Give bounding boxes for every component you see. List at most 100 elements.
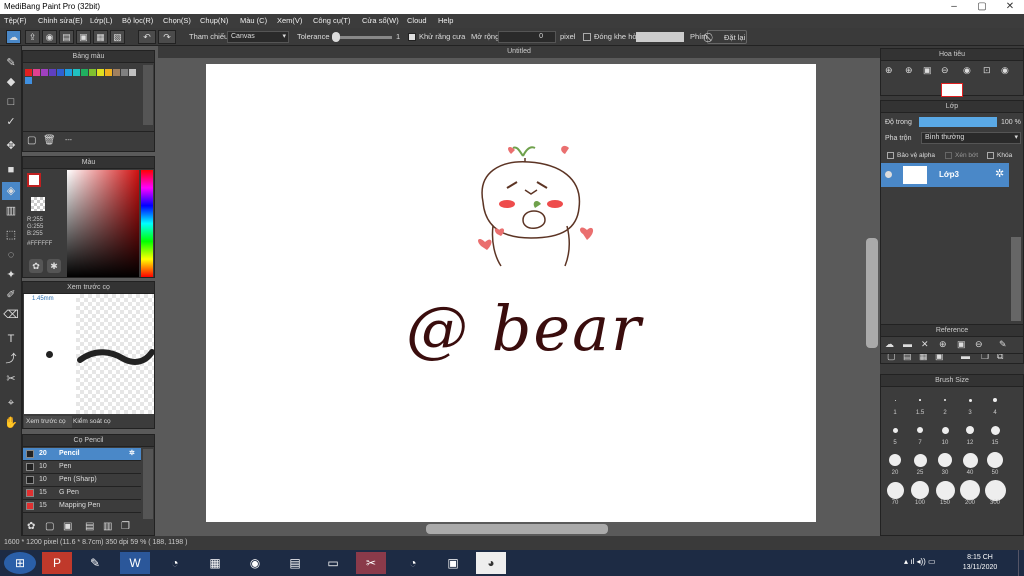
- layer-gear-icon[interactable]: ✲: [995, 167, 1004, 180]
- opacity-slider[interactable]: [919, 117, 997, 127]
- new-palette-icon[interactable]: ▢: [27, 135, 36, 146]
- copy-brush-icon[interactable]: ▤: [85, 521, 94, 532]
- expand-input[interactable]: 0: [498, 31, 556, 43]
- layers-scrollbar[interactable]: [1011, 237, 1021, 321]
- start-button[interactable]: ⊞: [4, 552, 36, 574]
- navigator-thumbnail[interactable]: [941, 83, 963, 97]
- zoom-in-icon[interactable]: ⊕: [885, 65, 893, 76]
- minimize-button[interactable]: –: [940, 0, 968, 14]
- export-icon[interactable]: ▧: [110, 30, 125, 44]
- palette-swatch[interactable]: [73, 69, 80, 76]
- brush-size-cell[interactable]: 40: [958, 449, 982, 478]
- ref-fit-icon[interactable]: ▣: [957, 339, 966, 350]
- tray-icons[interactable]: ▴ ıl ◂)) ▭: [904, 557, 936, 566]
- color-picker-icon[interactable]: ✱: [47, 259, 61, 273]
- message-icon[interactable]: ▤: [59, 30, 74, 44]
- vertical-scrollbar[interactable]: [866, 238, 878, 348]
- taskbar-explorer-icon[interactable]: ▤: [280, 552, 310, 574]
- close-button[interactable]: ✕: [996, 0, 1024, 14]
- zoom-out-icon[interactable]: ⊖: [941, 65, 949, 76]
- select-pen-icon[interactable]: ✐: [2, 286, 20, 304]
- lock-checkbox[interactable]: [987, 152, 994, 159]
- eraser-tool-icon[interactable]: ◆: [2, 73, 20, 91]
- taskbar-medibang-icon[interactable]: ◕: [476, 552, 506, 574]
- menu-tools[interactable]: Công cụ(T): [313, 16, 351, 25]
- taskbar-tool-icon[interactable]: ✎: [80, 552, 110, 574]
- cloud-icon[interactable]: ☁: [6, 30, 21, 44]
- brush-row-pen-sharp[interactable]: 10 Pen (Sharp): [23, 474, 141, 487]
- clipping-checkbox[interactable]: [945, 152, 952, 159]
- brush-size-cell[interactable]: 10: [933, 419, 957, 448]
- reset-button[interactable]: ⃠ Đặt lại: [707, 30, 747, 44]
- brush-settings-icon[interactable]: ✿: [27, 521, 35, 532]
- brush-size-cell[interactable]: 4: [983, 389, 1007, 418]
- brush-row-pen[interactable]: 10 Pen: [23, 461, 141, 474]
- palette-swatch[interactable]: [129, 69, 136, 76]
- document-tab[interactable]: Untitled: [158, 46, 880, 58]
- brush-size-cell[interactable]: 12: [958, 419, 982, 448]
- brush-size-cell[interactable]: 150: [933, 479, 957, 508]
- palette-swatch[interactable]: [81, 69, 88, 76]
- protect-alpha-checkbox[interactable]: [887, 152, 894, 159]
- color-wheel-icon[interactable]: ✿: [29, 259, 43, 273]
- rotate-left-icon[interactable]: ◉: [963, 65, 971, 76]
- upload-icon[interactable]: ⇪: [25, 30, 40, 44]
- brush-row-g-pen[interactable]: 15 G Pen: [23, 487, 141, 500]
- tab-brush-control[interactable]: Kiểm soát cọ: [73, 416, 123, 428]
- reference-select[interactable]: Canvas ▾: [227, 31, 289, 43]
- ref-open-icon[interactable]: ▬: [903, 339, 912, 349]
- brush-size-cell[interactable]: 5: [883, 419, 907, 448]
- divide-tool-icon[interactable]: ✂: [2, 370, 20, 388]
- gear-icon[interactable]: ✲: [129, 448, 135, 460]
- ref-zoom-out-icon[interactable]: ⊖: [975, 339, 983, 350]
- menu-window[interactable]: Cửa sổ(W): [362, 16, 399, 25]
- menu-color[interactable]: Màu (C): [240, 16, 267, 25]
- palette-swatch[interactable]: [89, 69, 96, 76]
- taskbar-window-icon[interactable]: ▭: [318, 552, 348, 574]
- add-brush-icon[interactable]: ▣: [63, 521, 72, 532]
- taskbar-powerpoint-icon[interactable]: P: [42, 552, 72, 574]
- brush-size-cell[interactable]: 2: [933, 389, 957, 418]
- taskbar-app2-icon[interactable]: ◔: [398, 552, 428, 574]
- select-marquee-icon[interactable]: ⬚: [2, 226, 20, 244]
- brush-size-cell[interactable]: 1.5: [908, 389, 932, 418]
- reset-view-icon[interactable]: ⊡: [983, 65, 991, 76]
- zoom-in-alt-icon[interactable]: ⊕: [905, 65, 913, 76]
- palette-scrollbar[interactable]: [143, 65, 153, 125]
- secondary-color-swatch[interactable]: [31, 197, 45, 211]
- rotate-right-icon[interactable]: ◉: [1001, 65, 1009, 76]
- menu-help[interactable]: Help: [438, 16, 453, 25]
- ref-eyedropper-icon[interactable]: ✎: [999, 339, 1007, 350]
- delete-palette-icon[interactable]: 🗑: [43, 135, 56, 146]
- ref-zoom-in-icon[interactable]: ⊕: [939, 339, 947, 350]
- palette-swatch[interactable]: [57, 69, 64, 76]
- menu-cloud[interactable]: Cloud: [407, 16, 427, 25]
- brush-size-cell[interactable]: 300: [983, 479, 1007, 508]
- duplicate-brush-icon[interactable]: ❐: [121, 521, 130, 532]
- menu-view[interactable]: Xem(V): [277, 16, 302, 25]
- pen-tool-icon[interactable]: ✓: [2, 113, 20, 131]
- new-brush-icon[interactable]: ▢: [45, 521, 54, 532]
- gradient-tool-icon[interactable]: ▥: [2, 202, 20, 220]
- palette-swatch[interactable]: [65, 69, 72, 76]
- menu-file[interactable]: Tệp(F): [4, 16, 27, 25]
- close-gap-slider[interactable]: [636, 32, 684, 42]
- palette-swatch[interactable]: [41, 69, 48, 76]
- palette-swatch[interactable]: [49, 69, 56, 76]
- palette-swatch[interactable]: [33, 69, 40, 76]
- palette-swatch[interactable]: [25, 77, 32, 84]
- brush-list-scrollbar[interactable]: [143, 449, 153, 519]
- taskbar-snipping-icon[interactable]: ✂: [356, 552, 386, 574]
- horizontal-scrollbar[interactable]: [426, 524, 608, 534]
- palette-swatch[interactable]: [105, 69, 112, 76]
- taskbar-calculator-icon[interactable]: ▦: [200, 552, 230, 574]
- close-gap-checkbox[interactable]: [583, 33, 591, 41]
- brush-size-cell[interactable]: 1: [883, 389, 907, 418]
- redo-icon[interactable]: ↷: [158, 30, 176, 44]
- move-tool-icon[interactable]: ✥: [2, 137, 20, 155]
- brush-size-cell[interactable]: 25: [908, 449, 932, 478]
- saturation-value-picker[interactable]: [67, 170, 139, 277]
- menu-snap[interactable]: Chụp(N): [200, 16, 228, 25]
- save-icon[interactable]: ▣: [76, 30, 91, 44]
- brush-size-cell[interactable]: 20: [883, 449, 907, 478]
